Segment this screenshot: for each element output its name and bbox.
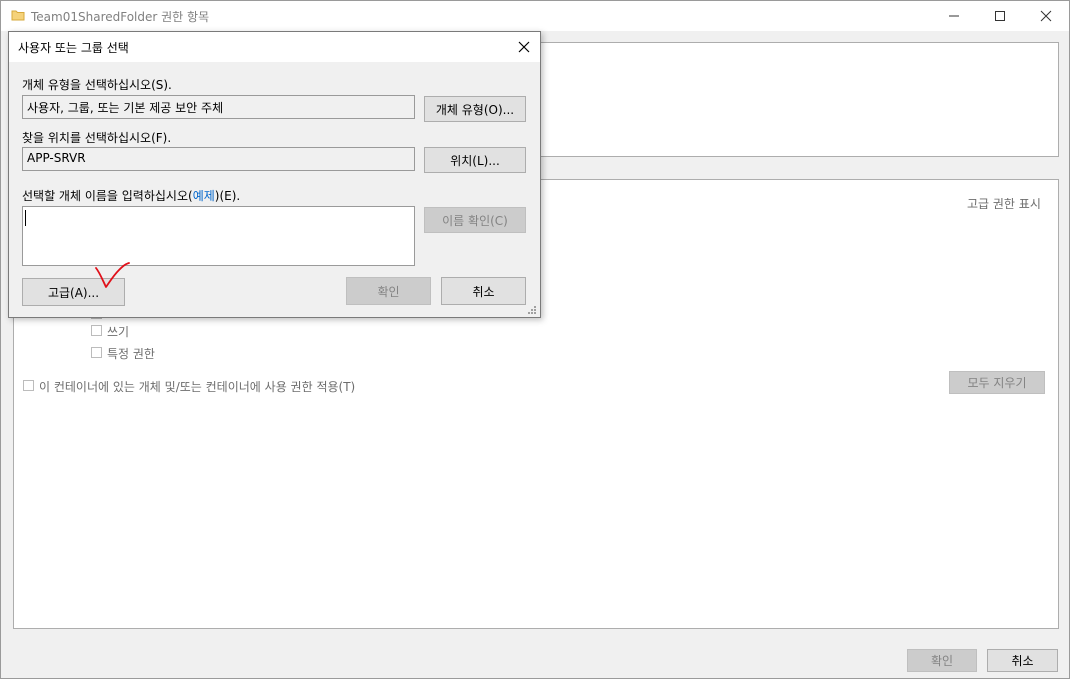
object-name-label-suffix: )(E). (214, 189, 241, 203)
permission-label-write: 쓰기 (107, 325, 130, 339)
permission-label-special: 특정 권한 (107, 347, 155, 361)
select-users-dialog: 사용자 또는 그룹 선택 개체 유형을 선택하십시오(S). 사용자, 그룹, … (8, 31, 541, 318)
apply-to-container-label: 이 컨테이너에 있는 개체 및/또는 컨테이너에 사용 권한 적용(T) (39, 380, 356, 394)
title-bar: Team01SharedFolder 권한 항목 (1, 1, 1069, 31)
object-type-field: 사용자, 그룹, 또는 기본 제공 보안 주체 (22, 95, 415, 119)
dialog-cancel-button[interactable]: 취소 (441, 277, 526, 305)
object-names-input[interactable] (22, 206, 415, 266)
permission-checkbox-write[interactable] (91, 325, 102, 336)
dialog-ok-button[interactable]: 확인 (346, 277, 431, 305)
object-name-label: 선택할 개체 이름을 입력하십시오(예제)(E). (22, 187, 240, 204)
dialog-close-button[interactable] (508, 32, 540, 62)
dialog-title-bar: 사용자 또는 그룹 선택 (9, 32, 540, 62)
maximize-icon (995, 11, 1005, 21)
location-label: 찾을 위치를 선택하십시오(F). (22, 131, 172, 145)
cancel-button[interactable]: 취소 (987, 649, 1058, 672)
locations-button[interactable]: 위치(L)... (424, 147, 526, 173)
minimize-icon (949, 15, 959, 17)
check-names-button[interactable]: 이름 확인(C) (424, 207, 526, 233)
close-button[interactable] (1023, 1, 1069, 31)
object-types-button[interactable]: 개체 유형(O)... (424, 96, 526, 122)
dialog-title: 사용자 또는 그룹 선택 (18, 41, 129, 55)
object-type-label: 개체 유형을 선택하십시오(S). (22, 78, 172, 92)
clear-all-button[interactable]: 모두 지우기 (949, 371, 1045, 394)
apply-to-container-checkbox[interactable] (23, 380, 34, 391)
permission-checkbox-special[interactable] (91, 347, 102, 358)
checkmark-annotation-icon (95, 262, 130, 288)
folder-icon (11, 10, 25, 21)
window-title: Team01SharedFolder 권한 항목 (31, 10, 210, 24)
close-icon (518, 41, 530, 53)
close-icon (1040, 10, 1052, 22)
object-name-label-text: 선택할 개체 이름을 입력하십시오( (22, 189, 193, 203)
ok-button[interactable]: 확인 (907, 649, 977, 672)
show-advanced-permissions-link[interactable]: 고급 권한 표시 (967, 195, 1041, 212)
maximize-button[interactable] (977, 1, 1023, 31)
location-field: APP-SRVR (22, 147, 415, 171)
minimize-button[interactable] (931, 1, 977, 31)
examples-link[interactable]: 예제 (193, 189, 215, 203)
text-cursor (25, 210, 26, 226)
resize-grip-icon[interactable] (527, 305, 537, 315)
